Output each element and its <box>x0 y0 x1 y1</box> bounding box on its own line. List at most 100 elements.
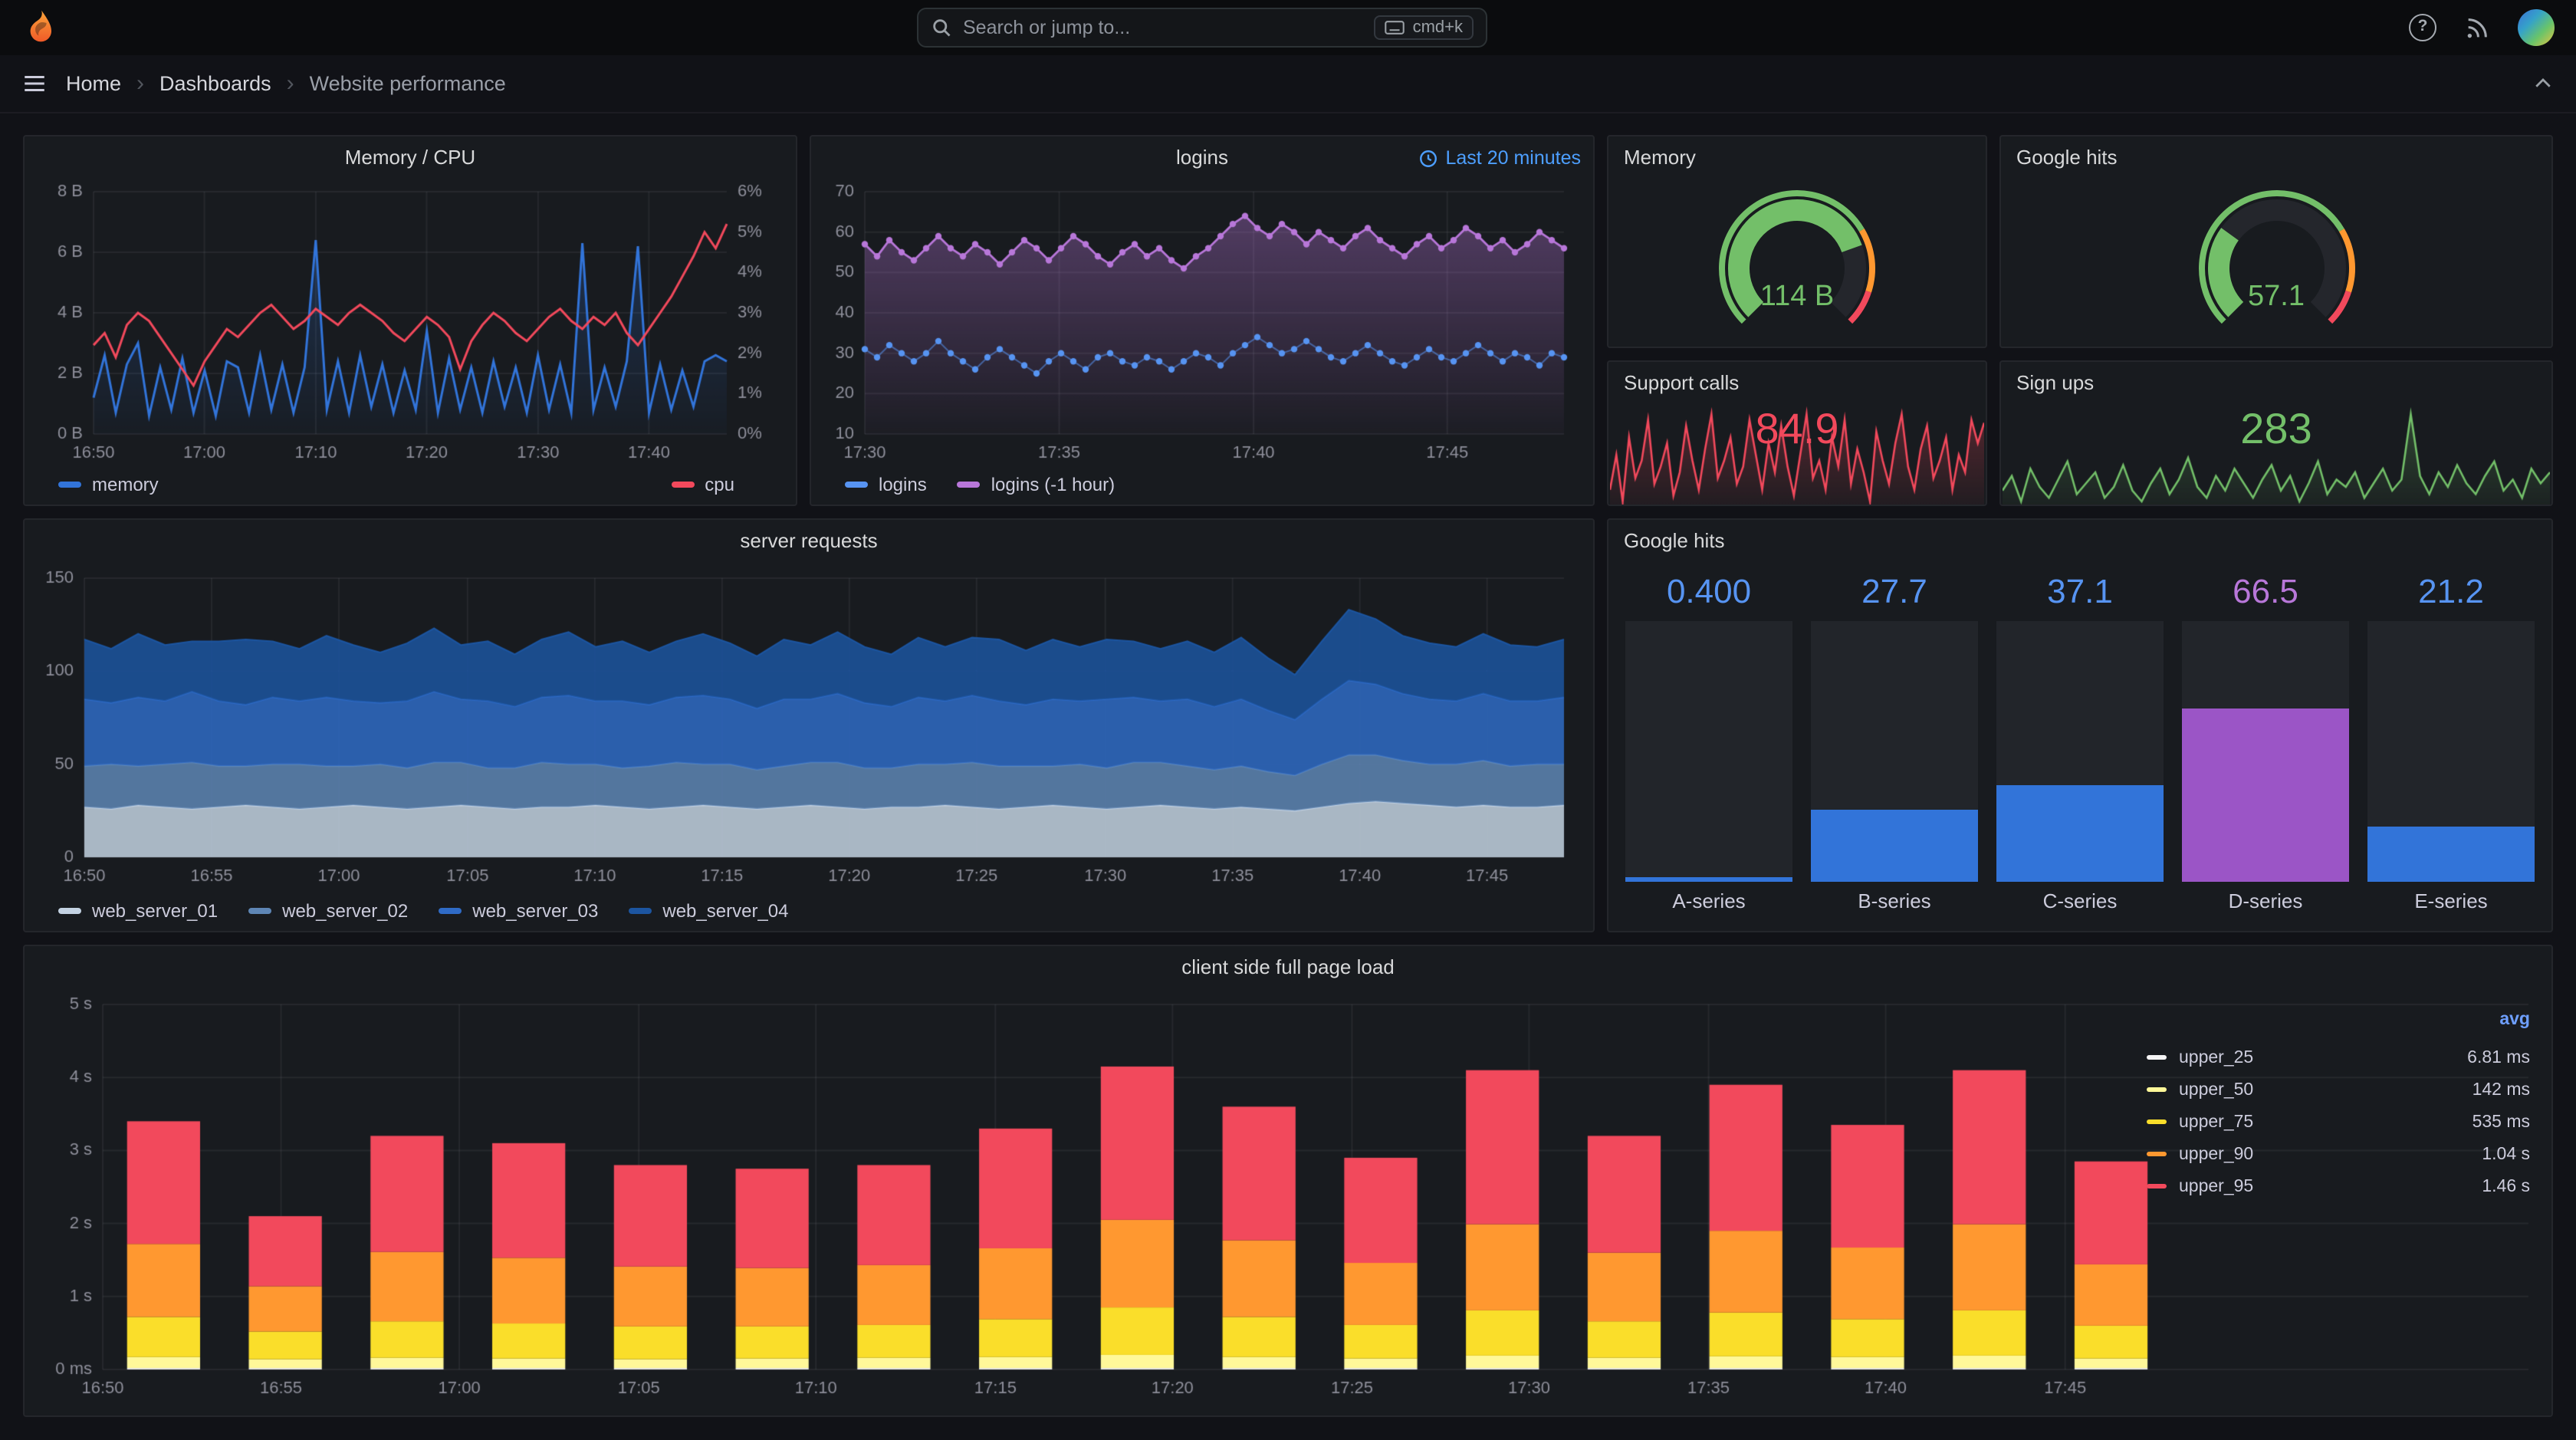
legend-label: logins (-1 hour) <box>991 474 1116 495</box>
menu-toggle-icon[interactable] <box>18 67 51 100</box>
breadcrumb-home[interactable]: Home <box>66 72 121 95</box>
legend-avg-value: 6.81 ms <box>2467 1048 2530 1067</box>
panel-title-server-requests[interactable]: server requests <box>25 520 1593 563</box>
panel-title-sign-ups[interactable]: Sign ups <box>2001 362 2551 405</box>
legend-item-memory[interactable]: memory <box>58 474 159 495</box>
legend-item-logins (-1 hour)[interactable]: logins (-1 hour) <box>957 474 1116 495</box>
panel-title-page-load[interactable]: client side full page load <box>25 946 2551 989</box>
gauge-arc <box>2198 190 2354 324</box>
breadcrumb-dashboards[interactable]: Dashboards <box>159 72 271 95</box>
bar-gauge-fill <box>2367 826 2535 882</box>
user-avatar[interactable] <box>2518 9 2555 46</box>
bar-gauge-track <box>2367 621 2535 882</box>
grafana-flame-icon <box>30 10 52 42</box>
legend-item-web_server_02[interactable]: web_server_02 <box>248 900 408 922</box>
bar-gauge-label: B-series <box>1858 889 1931 912</box>
bar-gauge-value: 27.7 <box>1861 572 1927 610</box>
bar-gauge-fill <box>1996 784 2164 882</box>
legend-row-upper_90[interactable]: upper_90 1.04 s <box>2147 1138 2530 1170</box>
legend-item-web_server_04[interactable]: web_server_04 <box>629 900 789 922</box>
legend-swatch <box>248 908 272 914</box>
support-calls-value: 84.9 <box>1755 405 1839 452</box>
legend-swatch <box>2147 1152 2167 1156</box>
legend-swatch <box>629 908 652 914</box>
legend-item-web_server_01[interactable]: web_server_01 <box>58 900 218 922</box>
google-hits-bar-gauge: 0.400 A-series 27.7 B-series 37.1 C-series 66.… <box>1624 569 2536 922</box>
legend-swatch <box>2147 1184 2167 1188</box>
legend-row-upper_25[interactable]: upper_25 6.81 ms <box>2147 1041 2530 1073</box>
search-placeholder-text: Search or jump to... <box>963 17 1131 38</box>
bar-gauge-value: 37.1 <box>2047 572 2113 610</box>
panel-memory-cpu: Memory / CPU memory cpu <box>23 135 797 506</box>
legend-memory-cpu: memory cpu <box>25 468 796 501</box>
bar-gauge-label: D-series <box>2228 889 2303 912</box>
legend-row-upper_50[interactable]: upper_50 142 ms <box>2147 1073 2530 1106</box>
chevron-right-icon: › <box>286 70 294 96</box>
legend-label: web_server_04 <box>662 900 789 922</box>
legend-swatch <box>2147 1119 2167 1124</box>
legend-series-name: upper_90 <box>2179 1145 2254 1163</box>
bar-gauge-cell-B-series: 27.7 B-series <box>1809 569 1980 922</box>
legend-swatch <box>58 908 81 914</box>
legend-swatch <box>2147 1055 2167 1060</box>
server-requests-chart[interactable] <box>32 563 1585 894</box>
memory-gauge: 114 B <box>1608 179 1986 347</box>
bar-gauge-track <box>1811 621 1978 882</box>
panel-title-support-calls[interactable]: Support calls <box>1608 362 1986 405</box>
bar-gauge-fill <box>1811 809 1978 882</box>
panel-logins: logins Last 20 minutes logins logins (-1 … <box>810 135 1595 506</box>
keyboard-shortcut-chip: cmd+k <box>1374 15 1474 40</box>
legend-swatch <box>671 482 695 488</box>
panel-sign-ups: Sign ups 283 <box>1999 360 2553 506</box>
panel-title-memory-gauge[interactable]: Memory <box>1608 136 1986 179</box>
breadcrumb: Home › Dashboards › Website performance <box>66 70 506 96</box>
nav-right-actions: ? <box>2409 9 2555 46</box>
bar-gauge-value: 0.400 <box>1666 572 1752 610</box>
chevron-up-icon <box>2535 78 2551 87</box>
search-input[interactable]: Search or jump to... cmd+k <box>917 8 1487 48</box>
panel-memory-gauge: Memory 114 B <box>1607 135 1987 348</box>
breadcrumb-bar: Home › Dashboards › Website performance <box>0 55 2576 113</box>
time-range-label: Last 20 minutes <box>1445 147 1582 169</box>
legend-item-cpu[interactable]: cpu <box>671 474 734 495</box>
legend-label: web_server_03 <box>472 900 599 922</box>
legend-row-upper_75[interactable]: upper_75 535 ms <box>2147 1106 2530 1138</box>
panel-title-memory-cpu[interactable]: Memory / CPU <box>25 136 796 179</box>
bar-gauge-value: 66.5 <box>2233 572 2298 610</box>
panel-page-load: client side full page load avg upper_25 6.… <box>23 945 2553 1417</box>
legend-swatch <box>58 482 81 488</box>
logins-chart[interactable] <box>819 179 1585 468</box>
panel-title-google-hits-bars[interactable]: Google hits <box>1608 520 2551 563</box>
help-icon[interactable]: ? <box>2409 14 2436 41</box>
top-nav: Search or jump to... cmd+k ? <box>0 0 2576 55</box>
bar-gauge-value: 21.2 <box>2418 572 2484 610</box>
keyboard-icon <box>1385 21 1405 35</box>
legend-series-name: upper_95 <box>2179 1177 2254 1195</box>
panel-time-range-override[interactable]: Last 20 minutes <box>1418 147 1582 169</box>
bar-gauge-label: A-series <box>1672 889 1746 912</box>
legend-row-upper_95[interactable]: upper_95 1.46 s <box>2147 1170 2530 1202</box>
memory-cpu-chart[interactable] <box>32 179 788 468</box>
legend-swatch <box>439 908 462 914</box>
gauge-arc <box>1719 190 1875 324</box>
news-rss-icon[interactable] <box>2464 15 2490 41</box>
google-hits-gauge-value: 57.1 <box>2248 281 2305 313</box>
legend-item-web_server_03[interactable]: web_server_03 <box>439 900 598 922</box>
bar-gauge-track <box>2182 621 2349 882</box>
bar-gauge-fill <box>2182 708 2349 882</box>
legend-label: memory <box>92 474 159 495</box>
clock-icon <box>1419 150 1437 166</box>
panel-title-google-hits-gauge[interactable]: Google hits <box>2001 136 2551 179</box>
legend-series-name: upper_25 <box>2179 1048 2254 1067</box>
bar-gauge-track <box>1625 621 1792 882</box>
legend-avg-value: 142 ms <box>2472 1080 2530 1099</box>
grafana-logo[interactable] <box>21 9 58 46</box>
legend-series-name: upper_50 <box>2179 1080 2254 1099</box>
collapse-chevron-up-icon[interactable] <box>2528 69 2558 98</box>
legend-label: web_server_01 <box>92 900 219 922</box>
bar-gauge-label: C-series <box>2042 889 2118 912</box>
bar-gauge-cell-C-series: 37.1 C-series <box>1995 569 2165 922</box>
legend-item-logins[interactable]: logins <box>845 474 927 495</box>
legend-server-requests: web_server_01 web_server_02 web_server_03 w… <box>25 894 1593 928</box>
memory-gauge-value: 114 B <box>1760 281 1835 313</box>
